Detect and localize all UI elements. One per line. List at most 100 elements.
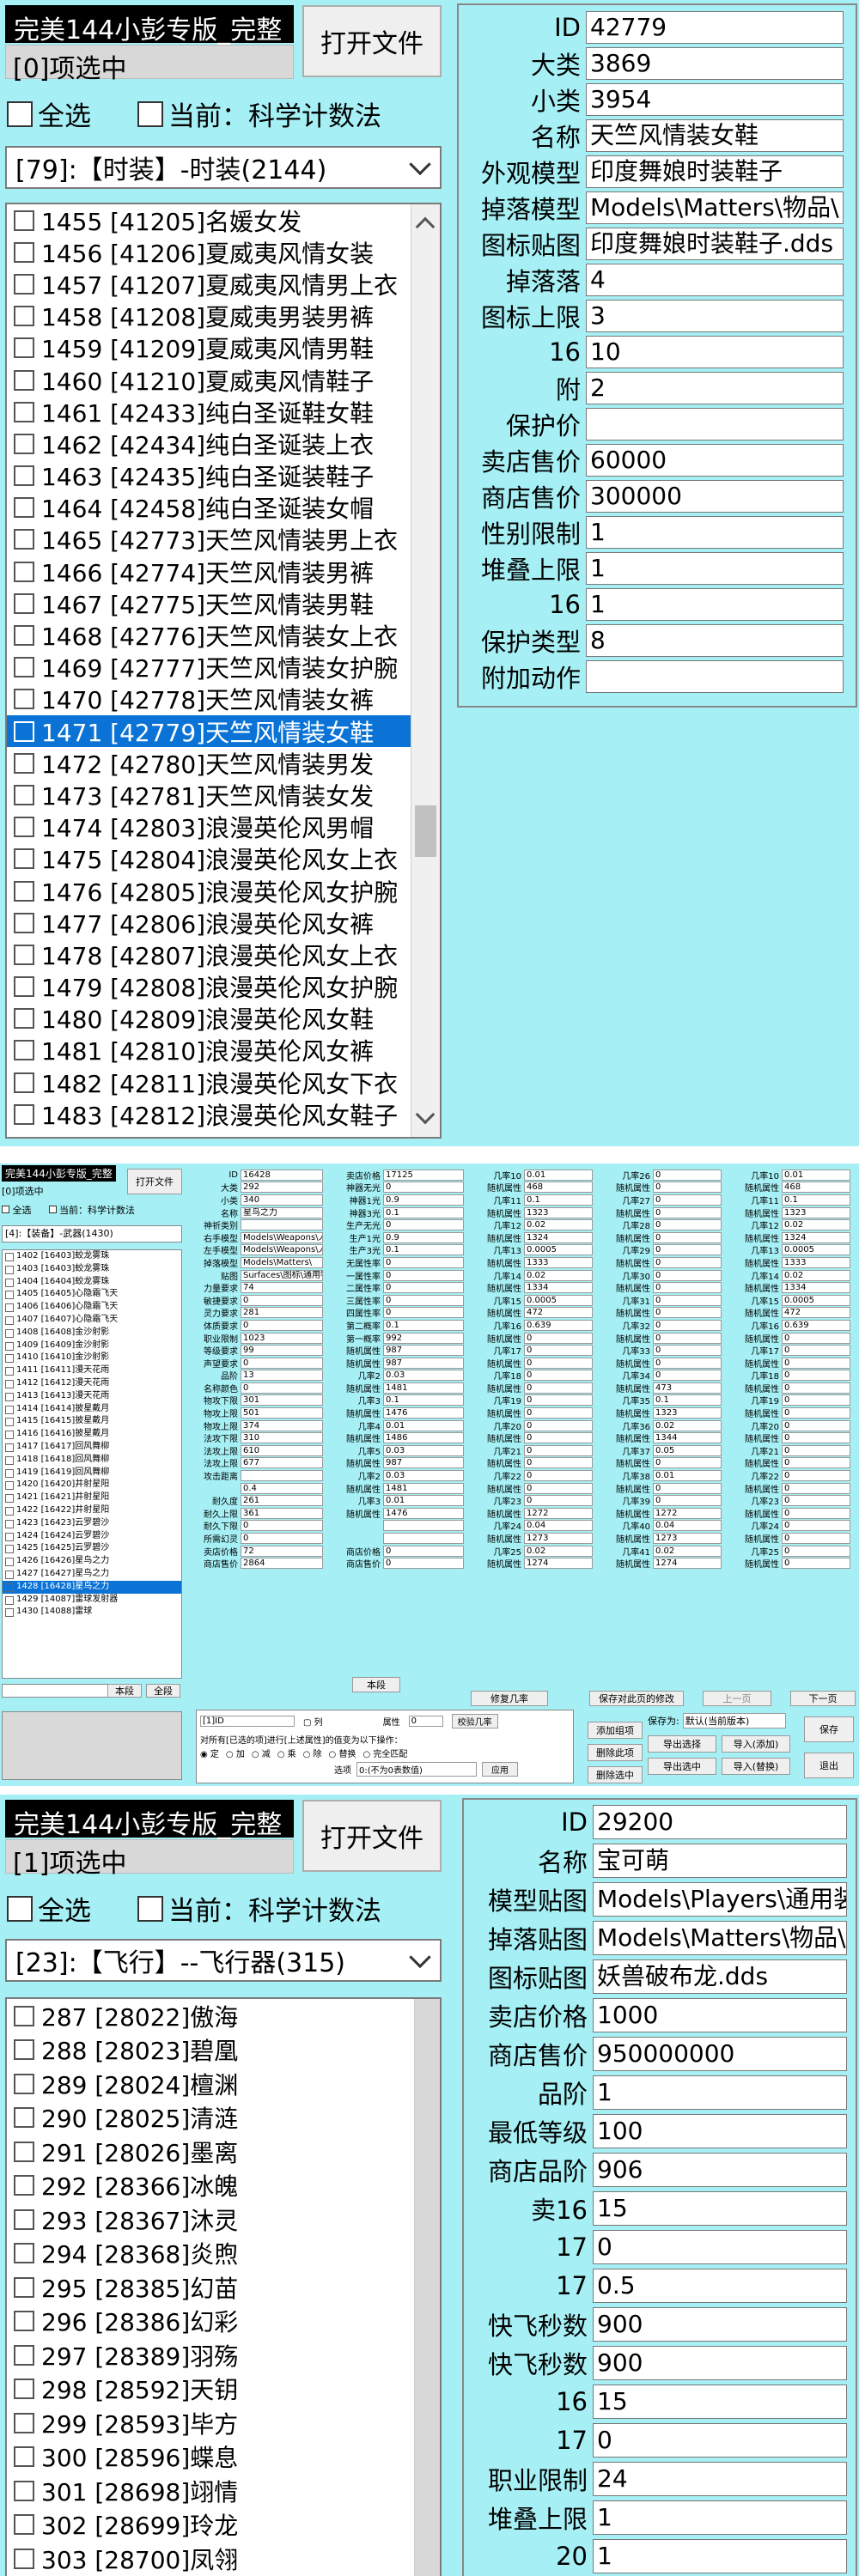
grid-cell-input[interactable]: 0.9	[383, 1231, 464, 1243]
field-input[interactable]: 100	[593, 2113, 847, 2148]
list-item[interactable]: 1465 [42773]天竺风情装男上衣	[7, 524, 440, 556]
radio-icon[interactable]: ○	[252, 1750, 262, 1759]
grid-cell-input[interactable]: 0	[653, 1244, 722, 1256]
field-input[interactable]: 15	[593, 2384, 847, 2419]
list-item[interactable]: 1483 [42812]浪漫英伦风女鞋子	[7, 1098, 440, 1130]
list-item[interactable]: 1464 [42458]纯白圣诞装女帽	[7, 492, 440, 524]
grid-cell-input[interactable]: 1323	[653, 1407, 722, 1419]
list-item[interactable]: 1472 [42780]天竺风情装男发	[7, 747, 440, 779]
field-input[interactable]: 2	[586, 372, 844, 404]
grid-cell-input[interactable]: 0	[524, 1432, 593, 1444]
grid-cell-input[interactable]: 0	[653, 1345, 722, 1357]
grid-cell-input[interactable]: 0	[782, 1419, 850, 1431]
grid-cell-input[interactable]: 0	[241, 1520, 323, 1532]
item-checkbox[interactable]	[14, 689, 34, 710]
list-item[interactable]: 1479 [42808]浪漫英伦风女护腕	[7, 971, 440, 1003]
grid-cell-input[interactable]: 677	[241, 1457, 323, 1469]
grid-cell-input[interactable]: 0	[524, 1370, 593, 1382]
list-item[interactable]: 1474 [42803]浪漫英伦风男帽	[7, 811, 440, 843]
list-item[interactable]: 1469 [42777]天竺风情装女护腕	[7, 652, 440, 683]
current-mode-checkbox[interactable]: 当前：科学计数法	[137, 1889, 381, 1928]
grid-cell-input[interactable]: 1273	[653, 1533, 722, 1545]
add-item-button[interactable]: 添加组项	[588, 1722, 643, 1739]
grid-cell-input[interactable]: 0	[383, 1219, 464, 1231]
grid-cell-input[interactable]: Models\Weapons\人物	[241, 1244, 323, 1256]
grid-cell-input[interactable]: 0.01	[383, 1419, 464, 1431]
grid-cell-input[interactable]: 1334	[782, 1282, 850, 1294]
grid-cell-input[interactable]: 0.02	[524, 1545, 593, 1557]
grid-cell-input[interactable]: 0.639	[782, 1319, 850, 1331]
grid-cell-input[interactable]: 0.1	[524, 1194, 593, 1206]
grid-cell-input[interactable]: 0	[653, 1332, 722, 1344]
list-item[interactable]: 1461 [42433]纯白圣诞鞋女鞋	[7, 396, 440, 428]
grid-cell-input[interactable]: 1324	[524, 1231, 593, 1243]
item-list[interactable]: 1455 [41205]名媛女发 1456 [41206]夏威夷风情女装 1457 …	[5, 203, 442, 1139]
item-checkbox[interactable]	[14, 592, 34, 614]
item-checkbox[interactable]	[14, 337, 34, 359]
grid-cell-input[interactable]: 0.02	[524, 1269, 593, 1281]
grid-cell-input[interactable]: 0	[524, 1407, 593, 1419]
list-item[interactable]: 1463 [42435]纯白圣诞装鞋子	[7, 460, 440, 492]
grid-cell-input[interactable]: 0.0005	[524, 1244, 593, 1256]
field-input[interactable]: 15	[593, 2190, 847, 2226]
field-input[interactable]: 妖兽破布龙.dds	[593, 1959, 847, 1994]
grid-cell-input[interactable]: 301	[241, 1394, 323, 1406]
item-checkbox[interactable]	[14, 817, 34, 838]
grid-cell-input[interactable]: 501	[241, 1407, 323, 1419]
list-item[interactable]: 1460 [41210]夏威夷风情鞋子	[7, 364, 440, 396]
field-input[interactable]: 300000	[586, 480, 844, 513]
grid-cell-input[interactable]: 0	[782, 1470, 850, 1482]
list-item[interactable]: 1459 [41209]夏威夷风情男鞋	[7, 332, 440, 364]
field-input[interactable]: 1000	[593, 1997, 847, 2032]
grid-cell-input[interactable]	[241, 1470, 323, 1482]
operation-radio[interactable]: ○ 乘	[277, 1747, 296, 1759]
grid-cell-input[interactable]: 361	[241, 1507, 323, 1519]
open-file-button[interactable]: 打开文件	[302, 1800, 442, 1872]
item-checkbox[interactable]	[14, 2514, 34, 2536]
radio-icon[interactable]: ○	[226, 1750, 236, 1759]
list-item[interactable]: 300 [28596]蝶息	[7, 2440, 440, 2475]
item-checkbox[interactable]	[14, 369, 34, 391]
save-button[interactable]: 保存	[804, 1716, 854, 1742]
list-item[interactable]: 302 [28699]玲龙	[7, 2508, 440, 2543]
field-input[interactable]: Models\Players\通用装	[593, 1881, 847, 1917]
scroll-up-icon[interactable]	[415, 216, 436, 237]
grid-cell-input[interactable]: 0.1	[653, 1394, 722, 1406]
scroll-down-icon[interactable]	[415, 1104, 436, 1125]
grid-cell-input[interactable]: 2864	[241, 1558, 323, 1570]
list-item[interactable]: 1412 [16412]漫天花雨	[3, 1377, 181, 1390]
item-checkbox[interactable]	[14, 2276, 34, 2298]
import-replace-button[interactable]: 导入(替换)	[722, 1758, 790, 1775]
list-item[interactable]: 1417 [16417]回风舞柳	[3, 1441, 181, 1454]
field-input[interactable]: 印度舞娘时装鞋子	[586, 155, 844, 188]
open-file-button[interactable]: 打开文件	[127, 1169, 182, 1194]
list-item[interactable]: 298 [28592]天钥	[7, 2372, 440, 2407]
item-checkbox[interactable]	[14, 720, 34, 742]
grid-cell-input[interactable]: 0	[782, 1507, 850, 1519]
field-input[interactable]: 906	[593, 2152, 847, 2187]
grid-cell-input[interactable]: 992	[383, 1332, 464, 1344]
grid-cell-input[interactable]: 1323	[524, 1206, 593, 1218]
list-item[interactable]: 1422 [16422]井射星阳	[3, 1504, 181, 1517]
grid-cell-input[interactable]: 0	[782, 1520, 850, 1532]
item-checkbox[interactable]	[14, 2107, 34, 2129]
item-checkbox[interactable]	[14, 2446, 34, 2468]
grid-cell-input[interactable]: 0	[241, 1533, 323, 1545]
grid-cell-input[interactable]: 0	[524, 1332, 593, 1344]
radio-icon[interactable]: ◉	[200, 1750, 210, 1759]
list-item[interactable]: 1482 [42811]浪漫英伦风女下衣	[7, 1066, 440, 1098]
list-item[interactable]: 1405 [16405]心隐霜飞天	[3, 1288, 181, 1301]
grid-cell-input[interactable]: 0.0005	[524, 1294, 593, 1306]
list-item[interactable]: 1409 [16409]金沙射影	[3, 1340, 181, 1352]
check-rate-button[interactable]: 校验几率	[451, 1714, 498, 1728]
grid-cell-input[interactable]: 72	[241, 1545, 323, 1557]
field-input[interactable]: 24	[593, 2461, 847, 2496]
import-add-button[interactable]: 导入(添加)	[722, 1735, 790, 1753]
grid-cell-input[interactable]: 0.02	[653, 1419, 722, 1431]
grid-cell-input[interactable]: 0	[782, 1432, 850, 1444]
grid-cell-input[interactable]: 0.05	[653, 1444, 722, 1456]
grid-cell-input[interactable]: 1273	[524, 1533, 593, 1545]
grid-cell-input[interactable]: 1324	[782, 1231, 850, 1243]
grid-cell-input[interactable]: 0	[653, 1495, 722, 1507]
list-item[interactable]: 289 [28024]檀渊	[7, 2067, 440, 2101]
